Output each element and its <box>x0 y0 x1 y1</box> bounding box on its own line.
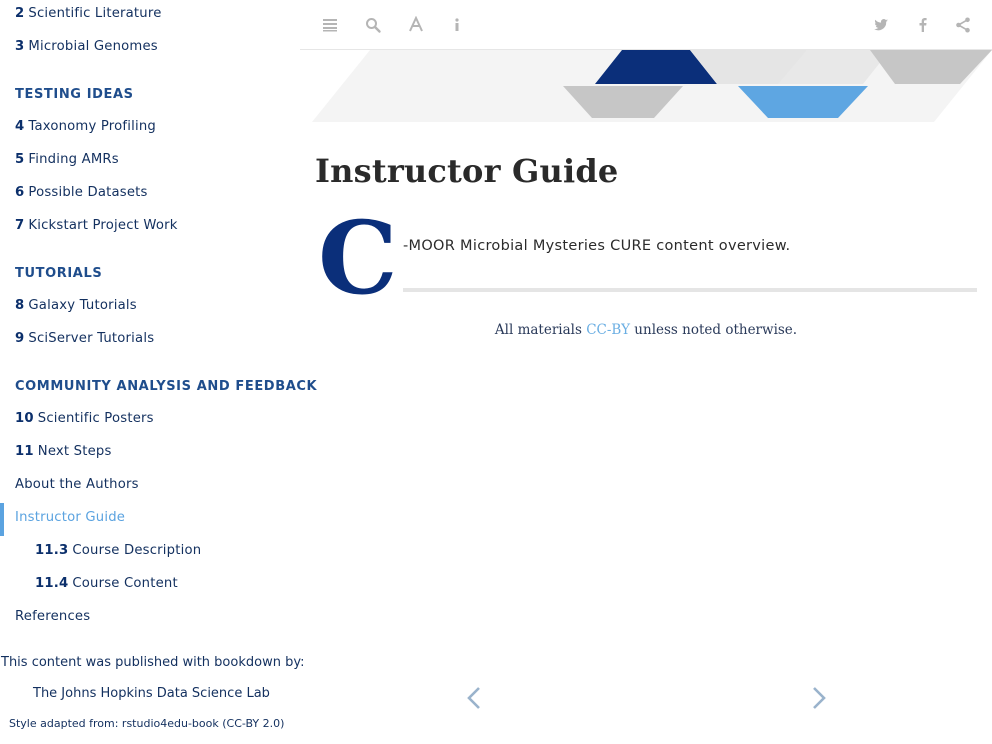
sidebar-item-possible-datasets[interactable]: 6 Possible Datasets <box>15 185 148 200</box>
sidebar-item-galaxy-tutorials[interactable]: 8 Galaxy Tutorials <box>15 298 137 313</box>
menu-icon[interactable] <box>321 16 339 34</box>
active-indicator <box>0 503 4 536</box>
sidebar-item-next-steps[interactable]: 11 Next Steps <box>15 444 112 459</box>
search-icon[interactable] <box>364 16 382 34</box>
drop-cap: C <box>318 199 398 317</box>
sidebar-item-scientific-literature[interactable]: 2 Scientific Literature <box>15 6 162 21</box>
sidebar-item-finding-amrs[interactable]: 5 Finding AMRs <box>15 152 119 167</box>
facebook-icon[interactable] <box>914 16 932 34</box>
sidebar-item-microbial-genomes[interactable]: 3 Microbial Genomes <box>15 39 158 54</box>
header-banner <box>300 50 992 125</box>
sidebar-item-references[interactable]: References <box>15 609 90 624</box>
section-header-community: COMMUNITY ANALYSIS AND FEEDBACK <box>15 379 318 394</box>
sidebar-item-sciserver-tutorials[interactable]: 9 SciServer Tutorials <box>15 331 154 346</box>
font-icon[interactable] <box>407 16 425 34</box>
sidebar-item-about-authors[interactable]: About the Authors <box>15 477 139 492</box>
sidebar-item-course-description[interactable]: 11.3 Course Description <box>35 543 201 558</box>
previous-page-chevron-icon[interactable] <box>464 684 484 712</box>
next-page-chevron-icon[interactable] <box>809 684 829 712</box>
share-icon[interactable] <box>954 16 972 34</box>
section-header-tutorials: TUTORIALS <box>15 266 103 281</box>
info-icon[interactable] <box>448 16 466 34</box>
twitter-icon[interactable] <box>872 16 890 34</box>
sidebar-item-instructor-guide[interactable]: Instructor Guide <box>15 510 125 525</box>
sidebar-item-course-content[interactable]: 11.4 Course Content <box>35 576 178 591</box>
sidebar-item-kickstart-project-work[interactable]: 7 Kickstart Project Work <box>15 218 178 233</box>
jhu-link[interactable]: The Johns Hopkins Data Science Lab <box>33 686 270 701</box>
cc-by-link[interactable]: CC-BY <box>586 322 630 338</box>
divider <box>403 288 977 292</box>
style-credit-link[interactable]: Style adapted from: rstudio4edu-book (CC… <box>9 717 284 730</box>
sidebar-item-scientific-posters[interactable]: 10 Scientific Posters <box>15 411 154 426</box>
license-note: All materials CC-BY unless noted otherwi… <box>494 322 798 338</box>
published-with-text: This content was published with bookdown… <box>1 655 305 670</box>
sidebar-item-taxonomy-profiling[interactable]: 4 Taxonomy Profiling <box>15 119 156 134</box>
toolbar <box>300 0 992 50</box>
sidebar: 2 Scientific Literature 3 Microbial Genome… <box>0 0 317 744</box>
section-header-testing-ideas: TESTING IDEAS <box>15 87 134 102</box>
lead-paragraph: -MOOR Microbial Mysteries CURE content o… <box>403 238 791 254</box>
page-title: Instructor Guide <box>315 152 619 190</box>
